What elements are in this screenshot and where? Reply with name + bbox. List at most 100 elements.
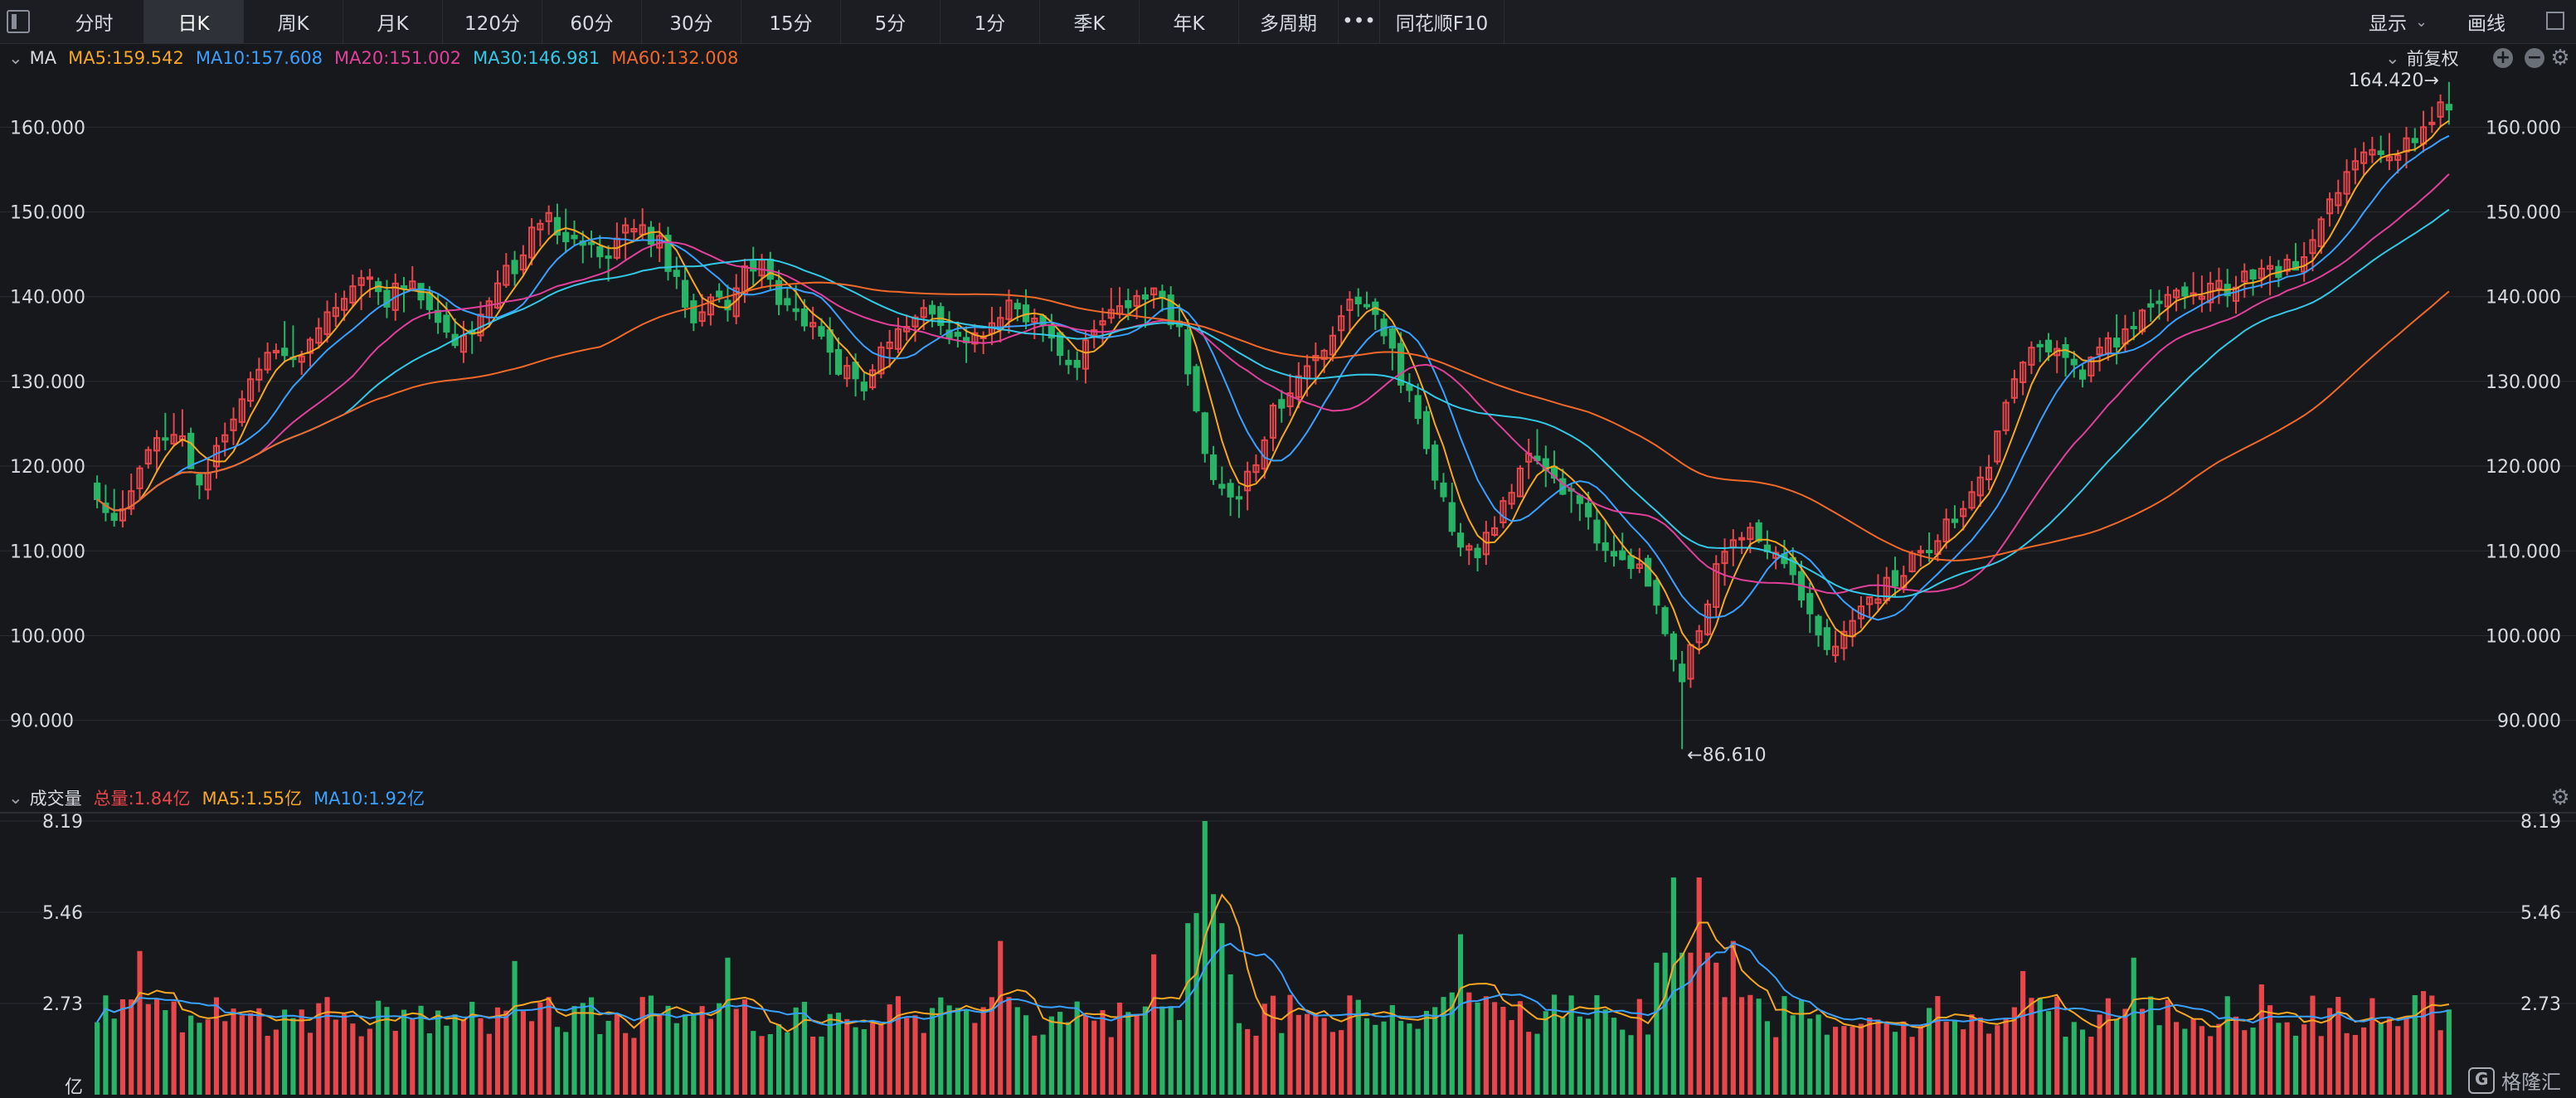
watermark-text: 格隆汇: [2501, 1071, 2561, 1094]
candle-body: [2301, 256, 2308, 273]
candle-body: [2445, 104, 2452, 111]
draw-line-button[interactable]: 画线: [2467, 0, 2506, 43]
candle-body: [1593, 519, 1601, 544]
tab-8[interactable]: 5分: [841, 0, 940, 43]
volume-bar: [2446, 1009, 2452, 1095]
candle-body: [1653, 580, 1660, 606]
candle-body: [1022, 304, 1030, 323]
candle-body: [2122, 328, 2129, 345]
volume-bar: [2097, 1014, 2102, 1095]
candle-body: [1499, 500, 1507, 523]
volume-bar: [1270, 995, 1276, 1095]
volume-indicator-label[interactable]: 成交量: [30, 785, 82, 810]
tab-2[interactable]: 周K: [244, 0, 343, 43]
tab-3[interactable]: 月K: [343, 0, 443, 43]
tab-1[interactable]: 日K: [144, 0, 244, 43]
collapse-price-icon[interactable]: ⌄: [8, 48, 23, 68]
volume-bar: [1261, 1003, 1267, 1095]
candle-body: [894, 328, 902, 350]
display-label: 显示: [2369, 13, 2407, 35]
volume-bar: [673, 1023, 679, 1095]
ma20-line: [96, 173, 2450, 595]
tab-12[interactable]: 多周期: [1239, 0, 1339, 43]
candle-body: [869, 369, 877, 389]
price-indicator-label[interactable]: MA: [30, 48, 56, 68]
zoom-out-icon[interactable]: −: [2525, 48, 2544, 68]
tab-0[interactable]: 分时: [45, 0, 144, 43]
candle-body: [272, 349, 279, 354]
candle-body: [2104, 337, 2112, 354]
volume-bar: [870, 1023, 876, 1095]
candle-body: [1159, 290, 1166, 299]
candle-body: [2019, 362, 2027, 383]
candle-body: [1320, 349, 1328, 360]
zoom-in-icon[interactable]: +: [2493, 48, 2513, 68]
candle-body: [2326, 198, 2334, 215]
candle-body: [741, 265, 749, 295]
volume-settings-gear-icon[interactable]: ⚙: [2549, 787, 2571, 809]
volume-bar: [733, 1008, 739, 1095]
volume-bar: [1313, 1013, 1319, 1095]
candle-body: [1968, 491, 1976, 509]
collapse-volume-icon[interactable]: ⌄: [8, 788, 23, 808]
candle-body: [1278, 399, 1286, 409]
candle-body: [2437, 101, 2444, 118]
candle-body: [417, 283, 425, 301]
candle-body: [1380, 318, 1388, 337]
candle-body: [1218, 483, 1226, 489]
tab-11[interactable]: 年K: [1140, 0, 1239, 43]
candle-body: [579, 240, 586, 246]
tab-9[interactable]: 1分: [940, 0, 1040, 43]
candle-body: [988, 322, 996, 335]
candle-body: [204, 472, 211, 491]
tab-6[interactable]: 30分: [642, 0, 741, 43]
kline-chart[interactable]: 90.000 90.000 100.000 100.000 110.000 110.000…: [0, 0, 2576, 1098]
tab-14[interactable]: 同花顺F10: [1380, 0, 1504, 43]
tab-7[interactable]: 15分: [741, 0, 841, 43]
chevron-down-icon: ⌄: [2385, 48, 2400, 68]
candle-body: [2190, 292, 2197, 297]
volume-bar: [1509, 1020, 1514, 1095]
candle-body: [1431, 445, 1439, 481]
tab-5[interactable]: 60分: [542, 0, 642, 43]
adjust-mode-button[interactable]: ⌄ 前复权: [2385, 43, 2459, 73]
volume-bar: [588, 997, 595, 1095]
volume-bar: [1339, 1030, 1344, 1095]
volume-bar: [546, 997, 552, 1095]
volume-bar: [1048, 1016, 1054, 1095]
volume-bar: [1492, 1002, 1498, 1095]
volume-bar: [2310, 995, 2316, 1095]
sidebar-toggle-icon[interactable]: [7, 10, 30, 33]
tab-10[interactable]: 季K: [1040, 0, 1140, 43]
volume-bar: [1407, 1023, 1412, 1095]
candle-body: [1372, 301, 1379, 315]
volume-bar: [912, 1015, 918, 1095]
candle-body: [1508, 492, 1515, 505]
candle-body: [528, 226, 536, 259]
candle-body: [1960, 508, 1967, 517]
volume-bar: [1032, 1035, 1038, 1095]
candle-body: [2241, 270, 2248, 283]
candle-body: [1857, 605, 1865, 619]
volume-bar: [358, 1036, 364, 1095]
tab-13[interactable]: •••: [1339, 0, 1380, 43]
volume-bar: [2386, 1018, 2393, 1095]
volume-bar: [2403, 1016, 2409, 1095]
layout-icon[interactable]: [2546, 12, 2564, 30]
candle-body: [681, 279, 689, 308]
volume-bar: [1833, 1027, 1839, 1095]
volume-bar: [392, 1031, 398, 1095]
volume-bar: [1790, 1015, 1796, 1095]
volume-bar: [307, 1032, 313, 1095]
candle-body: [2062, 344, 2069, 358]
price-tick-label-left: 110.000: [10, 542, 85, 562]
price-settings-gear-icon[interactable]: ⚙: [2549, 47, 2571, 69]
tab-4[interactable]: 120分: [443, 0, 542, 43]
volume-bar: [2045, 1011, 2052, 1095]
candle-body: [979, 335, 987, 339]
candle-body: [2258, 267, 2265, 279]
candle-body: [1661, 607, 1669, 634]
volume-bar: [597, 1033, 603, 1095]
display-menu-button[interactable]: 显示 ⌄: [2369, 0, 2428, 43]
volume-bar: [1193, 913, 1199, 1095]
